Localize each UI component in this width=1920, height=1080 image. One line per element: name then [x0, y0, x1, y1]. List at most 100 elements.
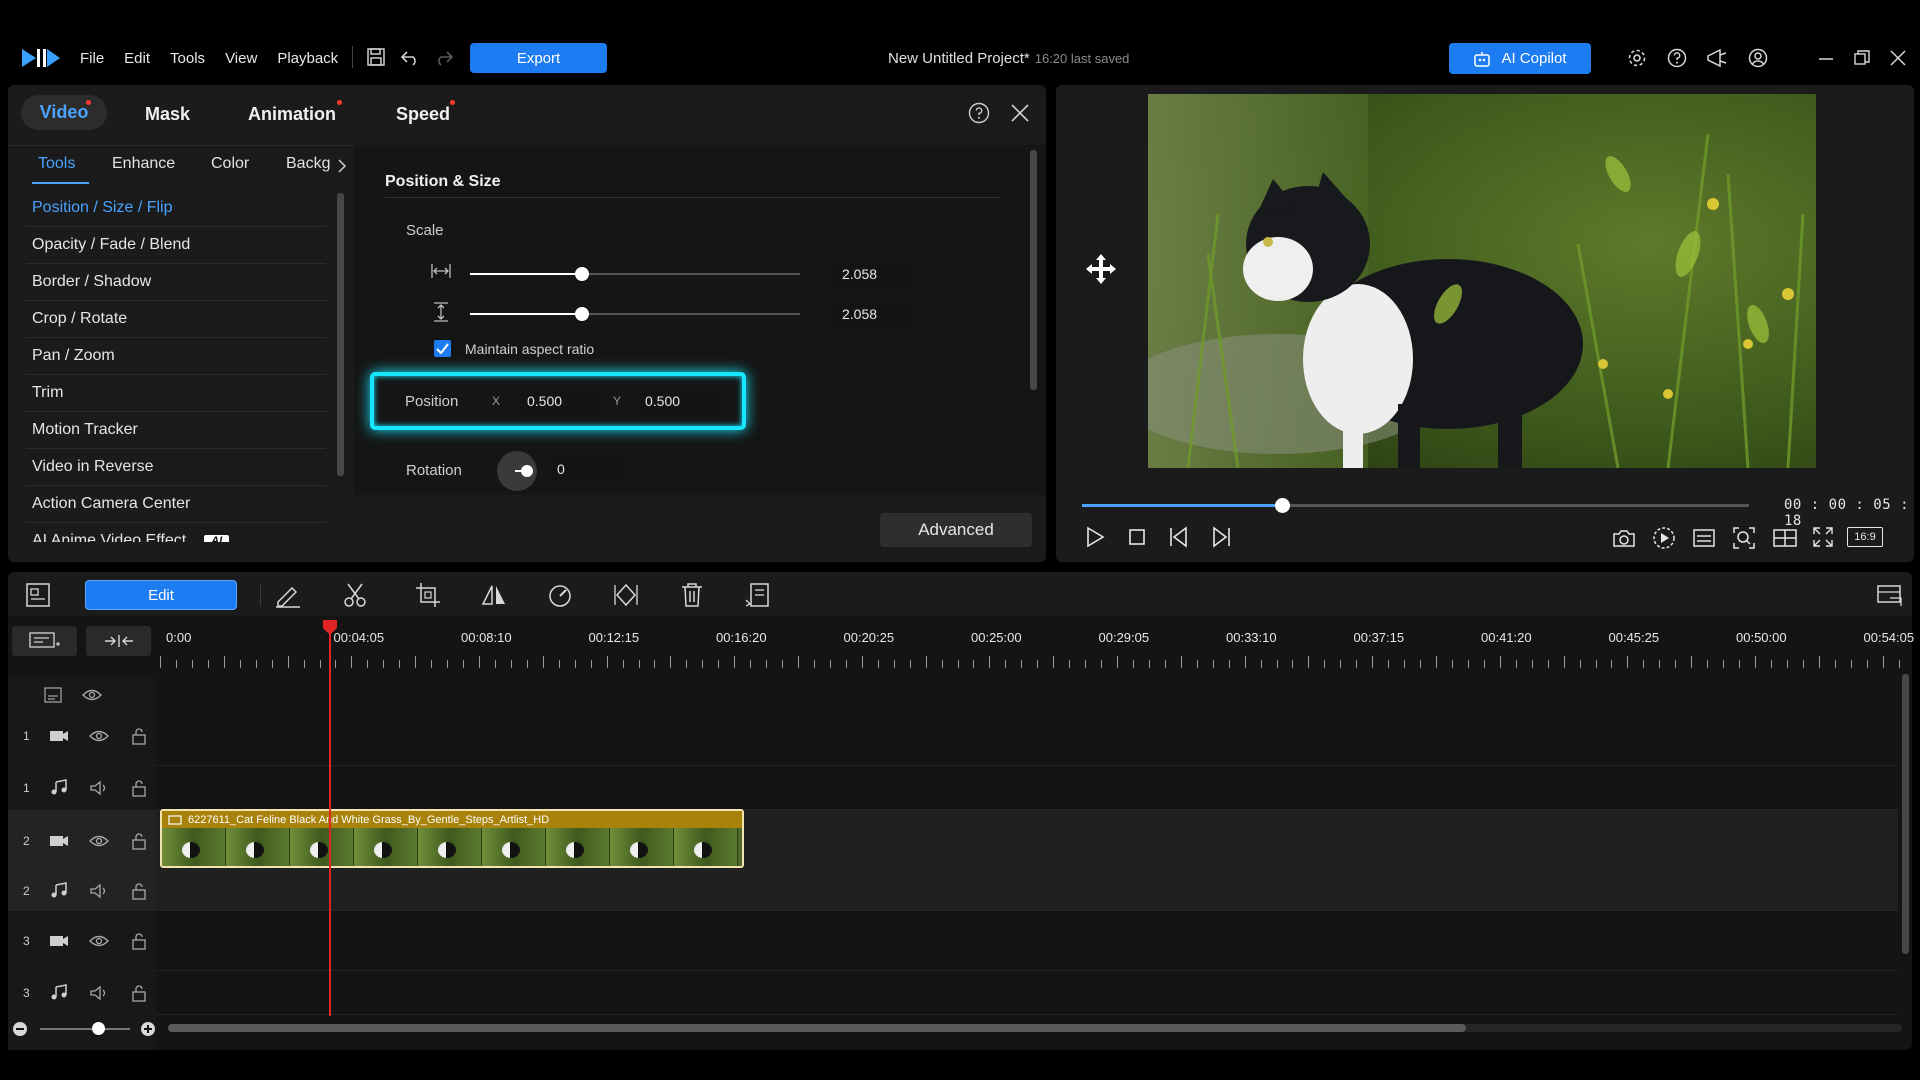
close-icon[interactable] — [1010, 103, 1030, 123]
snapshot-camera-icon[interactable] — [1612, 528, 1636, 548]
minimize-icon[interactable] — [1818, 52, 1834, 66]
speaker-icon[interactable] — [89, 779, 109, 797]
tool-border-shadow[interactable]: Border / Shadow — [26, 264, 326, 301]
flip-icon[interactable] — [481, 582, 507, 608]
zoom-slider-track[interactable] — [40, 1028, 130, 1030]
speed-gauge-icon[interactable] — [547, 582, 573, 608]
video-clip[interactable]: 6227611_Cat Feline Black And White Grass… — [160, 809, 744, 868]
speaker-icon[interactable] — [89, 984, 109, 1002]
previous-frame-icon[interactable] — [1168, 526, 1192, 548]
delete-trash-icon[interactable] — [680, 582, 704, 608]
tab-mask[interactable]: Mask — [145, 104, 190, 125]
zoom-out-icon[interactable] — [12, 1021, 28, 1037]
lock-icon[interactable] — [129, 832, 149, 850]
menu-tools[interactable]: Tools — [170, 50, 205, 67]
maintain-aspect-checkbox[interactable] — [434, 340, 451, 357]
track-row[interactable]: 1 — [8, 766, 1898, 810]
save-icon[interactable] — [367, 48, 385, 66]
tool-trim[interactable]: Trim — [26, 375, 326, 412]
eye-icon[interactable] — [89, 727, 109, 745]
subtab-background[interactable]: Backg — [286, 155, 330, 173]
zoom-preview-icon[interactable] — [1732, 526, 1756, 550]
tool-video-in-reverse[interactable]: Video in Reverse — [26, 449, 326, 486]
lock-icon[interactable] — [129, 882, 149, 900]
timeline-settings-icon[interactable] — [1876, 582, 1904, 608]
fit-timeline-button[interactable] — [86, 626, 151, 656]
redo-icon[interactable] — [434, 48, 454, 66]
tool-crop-rotate[interactable]: Crop / Rotate — [26, 301, 326, 338]
more-tools-icon[interactable] — [744, 582, 770, 608]
tab-video[interactable]: Video — [21, 95, 107, 130]
tool-action-camera-center[interactable]: Action Camera Center — [26, 486, 326, 523]
help-icon[interactable] — [968, 102, 990, 124]
export-button[interactable]: Export — [470, 43, 607, 73]
safe-zone-grid-icon[interactable] — [1772, 528, 1798, 548]
position-y-field[interactable]: 0.500 — [636, 386, 726, 415]
tool-position-size-flip[interactable]: Position / Size / Flip — [26, 190, 326, 227]
account-avatar-icon[interactable] — [1748, 48, 1768, 68]
track-row[interactable]: 3 — [8, 971, 1898, 1015]
add-track-button[interactable] — [12, 626, 77, 656]
menu-edit[interactable]: Edit — [124, 50, 150, 67]
feedback-megaphone-icon[interactable] — [1706, 48, 1728, 68]
video-preview-frame[interactable] — [1148, 94, 1816, 468]
timeline-vertical-scrollbar[interactable] — [1902, 674, 1909, 954]
subtab-color[interactable]: Color — [211, 155, 249, 173]
edit-mode-button[interactable]: Edit — [85, 580, 237, 610]
help-icon[interactable] — [1667, 48, 1687, 68]
crop-icon[interactable] — [415, 582, 441, 608]
lock-icon[interactable] — [129, 932, 149, 950]
tab-speed[interactable]: Speed — [396, 104, 450, 125]
zoom-in-icon[interactable] — [140, 1021, 156, 1037]
timeline-ruler[interactable]: 0:00 00:04:05 00:08:10 00:12:15 00:16:20 00:2… — [160, 622, 1914, 670]
speaker-icon[interactable] — [89, 882, 109, 900]
subtab-tools[interactable]: Tools — [38, 155, 75, 173]
menu-view[interactable]: View — [225, 50, 257, 67]
lock-icon[interactable] — [129, 984, 149, 1002]
next-frame-icon[interactable] — [1208, 526, 1232, 548]
scale-width-field[interactable]: 2.058 — [833, 260, 914, 288]
tab-animation[interactable]: Animation — [248, 104, 336, 125]
pen-edit-icon[interactable] — [274, 582, 302, 608]
aspect-ratio-button[interactable]: 16:9 — [1847, 527, 1883, 547]
close-window-icon[interactable] — [1890, 50, 1906, 66]
tool-ai-anime-video-effect[interactable]: AI Anime Video Effect AI — [26, 523, 326, 542]
settings-gear-icon[interactable] — [1627, 48, 1647, 68]
play-icon[interactable] — [1085, 526, 1105, 548]
zoom-slider-knob[interactable] — [92, 1022, 105, 1035]
undo-icon[interactable] — [400, 48, 420, 66]
subtab-enhance[interactable]: Enhance — [112, 155, 175, 173]
tool-pan-zoom[interactable]: Pan / Zoom — [26, 338, 326, 375]
scale-height-field[interactable]: 2.058 — [833, 300, 914, 328]
stop-icon[interactable] — [1128, 528, 1146, 546]
restore-window-icon[interactable] — [1854, 50, 1870, 66]
tool-opacity-fade-blend[interactable]: Opacity / Fade / Blend — [26, 227, 326, 264]
split-scissors-icon[interactable] — [342, 582, 368, 608]
playback-progress-knob[interactable] — [1275, 498, 1291, 513]
eye-icon[interactable] — [89, 932, 109, 950]
subtitle-icon[interactable] — [1692, 528, 1716, 548]
render-preview-icon[interactable] — [1652, 526, 1676, 550]
fullscreen-icon[interactable] — [1812, 526, 1834, 548]
move-handle-icon[interactable] — [1084, 252, 1118, 286]
rotation-field[interactable]: 0 — [548, 455, 629, 483]
track-row[interactable]: 2 — [8, 871, 1898, 911]
eye-icon[interactable] — [82, 688, 102, 702]
eye-icon[interactable] — [89, 832, 109, 850]
tool-motion-tracker[interactable]: Motion Tracker — [26, 412, 326, 449]
menu-playback[interactable]: Playback — [277, 50, 338, 67]
position-x-field[interactable]: 0.500 — [518, 386, 603, 415]
rotation-dial[interactable] — [497, 451, 537, 491]
lock-icon[interactable] — [129, 727, 149, 745]
ai-copilot-button[interactable]: AI Copilot — [1449, 43, 1591, 74]
advanced-button[interactable]: Advanced — [880, 513, 1032, 547]
chevron-right-icon[interactable] — [337, 159, 347, 173]
lock-icon[interactable] — [129, 779, 149, 797]
media-room-icon[interactable] — [25, 582, 51, 608]
tools-scrollbar[interactable] — [337, 193, 344, 476]
timeline-horizontal-scroll-thumb[interactable] — [168, 1024, 1466, 1032]
track-row[interactable]: 1 — [8, 705, 1898, 766]
track-row[interactable]: 3 — [8, 911, 1898, 971]
menu-file[interactable]: File — [80, 50, 104, 67]
keyframe-icon[interactable] — [612, 582, 640, 608]
